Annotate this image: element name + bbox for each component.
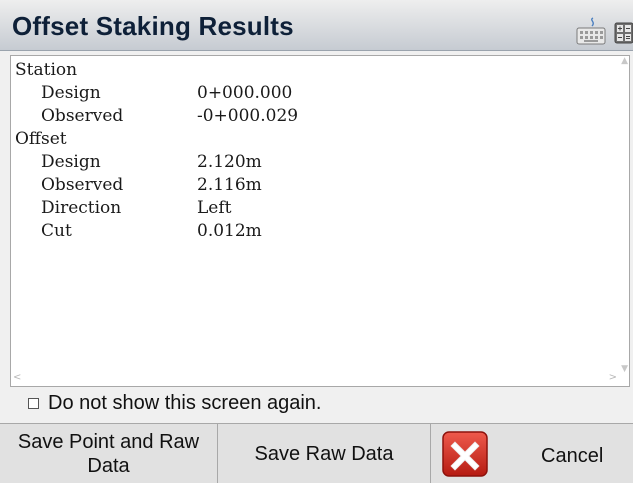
red-x-icon [442,431,488,477]
save-raw-data-label: Save Raw Data [254,442,394,465]
title-bar: Offset Staking Results [0,0,633,51]
save-point-and-raw-data-button[interactable]: Save Point and Raw Data [0,424,218,483]
station-observed-row: Observed -0+000.029 [15,105,298,128]
offset-direction-row: Direction Left [15,197,298,220]
scroll-right-icon[interactable]: > [609,372,617,383]
offset-design-value: 2.120m [197,152,262,172]
station-design-row: Design 0+000.000 [15,82,298,105]
cancel-label: Cancel [541,445,604,467]
station-observed-label: Observed [41,106,124,126]
vertical-scrollbar[interactable]: ▲ ▼ [619,56,629,374]
save-point-and-raw-data-label: Save Point and Raw Data [17,430,200,477]
offset-observed-value: 2.116m [197,175,262,195]
offset-cut-row: Cut 0.012m [15,220,298,243]
do-not-show-again-label[interactable]: Do not show this screen again. [48,392,322,415]
scroll-up-icon[interactable]: ▲ [621,56,628,66]
station-heading: Station [15,60,78,80]
offset-cut-label: Cut [41,221,72,241]
station-observed-value: -0+000.029 [197,106,299,126]
save-raw-data-button[interactable]: Save Raw Data [218,424,431,483]
offset-observed-row: Observed 2.116m [15,174,298,197]
results-content: Station Design 0+000.000 Observed -0+000.0… [15,59,298,243]
button-bar: Save Point and Raw Data Save Raw Data Ca… [0,423,633,483]
offset-cut-value: 0.012m [197,221,262,241]
offset-direction-label: Direction [41,198,122,218]
horizontal-scrollbar[interactable]: < > [11,372,629,386]
calculator-icon[interactable] [614,22,633,44]
offset-observed-label: Observed [41,175,124,195]
offset-design-row: Design 2.120m [15,151,298,174]
offset-design-label: Design [41,152,101,172]
station-design-value: 0+000.000 [197,83,293,103]
station-design-label: Design [41,83,101,103]
results-text-area[interactable]: Station Design 0+000.000 Observed -0+000.0… [10,55,630,387]
do-not-show-again-checkbox[interactable] [28,398,39,409]
offset-direction-value: Left [197,198,232,218]
scroll-left-icon[interactable]: < [13,372,21,383]
keyboard-icon[interactable] [576,17,606,45]
cancel-button[interactable]: Cancel [431,424,633,483]
window-title: Offset Staking Results [12,11,294,41]
offset-heading: Offset [15,129,67,149]
